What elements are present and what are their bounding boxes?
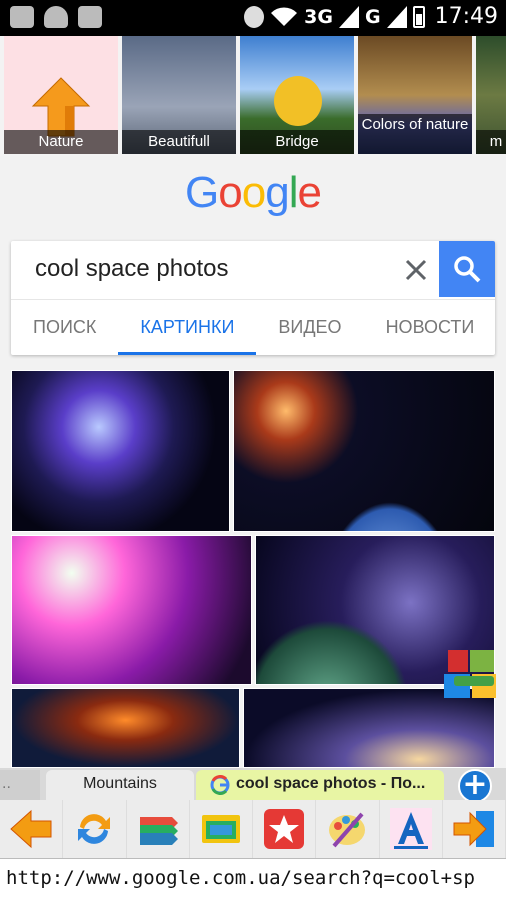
clear-button[interactable]: [401, 255, 431, 285]
notification-icons: [10, 6, 102, 28]
back-arrow-icon: [10, 809, 52, 849]
tab-news[interactable]: НОВОСТИ: [364, 299, 495, 355]
browser-tab-previous[interactable]: ..: [0, 770, 40, 800]
image-result[interactable]: [233, 370, 495, 532]
themes-button[interactable]: [316, 800, 380, 858]
image-result[interactable]: [11, 688, 240, 768]
add-tab-button[interactable]: +: [458, 769, 492, 803]
google-logo: Google: [185, 168, 322, 217]
message-icon: [10, 6, 34, 28]
search-tabs: ПОИСК КАРТИНКИ ВИДЕО НОВОСТИ: [11, 299, 495, 355]
theme-colors-of-nature[interactable]: Colors of nature: [358, 36, 472, 154]
search-input[interactable]: cool space photos: [35, 255, 228, 283]
google-favicon-icon: [210, 775, 230, 795]
alert-icon: [244, 5, 265, 28]
browser-tab-bar: .. Mountains cool space photos - По... +: [0, 768, 506, 803]
download-icon: [78, 6, 102, 28]
up-arrow-icon: [31, 77, 91, 137]
battery-icon: [412, 5, 425, 28]
tab-video[interactable]: ВИДЕО: [256, 299, 363, 355]
search-button[interactable]: [439, 241, 495, 297]
browser-tab-mountains[interactable]: Mountains: [46, 770, 194, 800]
theme-label: Beautifull: [122, 130, 236, 154]
back-button[interactable]: [0, 800, 64, 858]
android-icon: [44, 6, 68, 28]
tab-stack-icon[interactable]: [442, 648, 500, 704]
refresh-icon: [78, 814, 111, 844]
theme-label: Colors of nature: [358, 114, 472, 154]
forward-exit-icon: [453, 811, 494, 847]
theme-nature[interactable]: Nature: [4, 36, 118, 154]
tab-images[interactable]: КАРТИНКИ: [118, 299, 257, 355]
folder-tabs-icon: [201, 815, 240, 843]
refresh-button[interactable]: [63, 800, 127, 858]
themes-palette-icon: [329, 812, 366, 848]
browser-toolbar: [0, 800, 506, 858]
theme-beautifull[interactable]: Beautifull: [122, 36, 236, 154]
theme-strip: Nature Beautifull Bridge Colors of natur…: [0, 36, 506, 156]
clock: 17:49: [434, 4, 498, 29]
browser-tab-title: cool space photos - По...: [236, 775, 426, 792]
status-bar: 3G G 17:49: [0, 0, 506, 36]
signal-icon: [338, 5, 359, 28]
close-icon: [405, 259, 427, 281]
network-type-1: 3G: [304, 5, 333, 28]
theme-bridge[interactable]: Bridge: [240, 36, 354, 154]
bookmarks-button[interactable]: [127, 800, 190, 858]
exit-button[interactable]: [443, 800, 506, 858]
bookmarks-icon: [139, 817, 178, 845]
url-bar[interactable]: http://www.google.com.ua/search?q=cool+s…: [0, 858, 506, 900]
font-size-icon: [389, 808, 432, 850]
theme-label: Nature: [4, 130, 118, 154]
theme-label: m: [476, 130, 506, 154]
search-box: cool space photos ПОИСК КАРТИНКИ ВИДЕО Н…: [11, 241, 495, 355]
image-results: [11, 370, 495, 768]
search-icon: [454, 256, 481, 283]
url-input[interactable]: http://www.google.com.ua/search?q=cool+s…: [6, 867, 475, 889]
wifi-icon: [271, 6, 298, 26]
theme-more[interactable]: m: [476, 36, 506, 154]
network-type-2: G: [364, 5, 381, 28]
font-size-button[interactable]: [380, 800, 443, 858]
image-result[interactable]: [11, 535, 252, 685]
signal-icon-2: [386, 5, 407, 28]
theme-label: Bridge: [240, 130, 354, 154]
browser-tab-current[interactable]: cool space photos - По...: [196, 770, 444, 800]
tab-search[interactable]: ПОИСК: [11, 299, 118, 355]
system-status: 3G G 17:49: [244, 4, 498, 29]
favorites-button[interactable]: [253, 800, 317, 858]
favorites-star-icon: [264, 809, 305, 849]
image-result[interactable]: [11, 370, 230, 532]
tabs-folder-button[interactable]: [190, 800, 253, 858]
